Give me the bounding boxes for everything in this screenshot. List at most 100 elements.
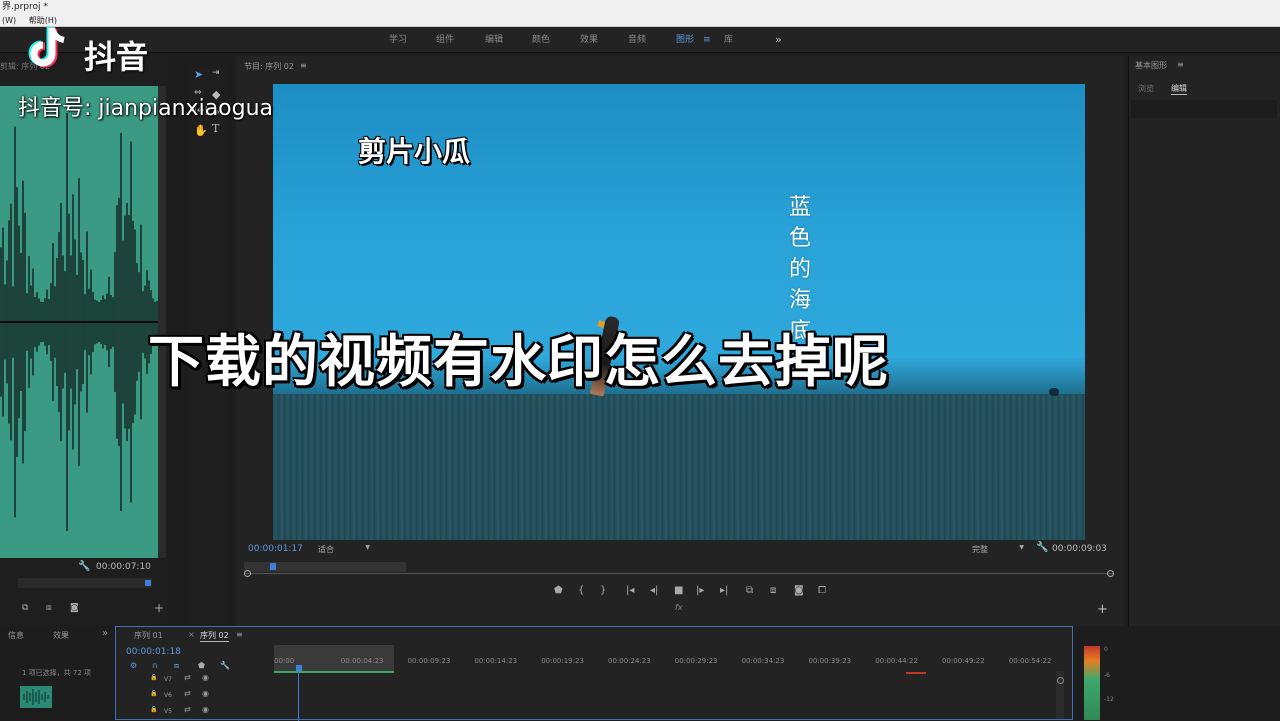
program-title[interactable]: 节目: 序列 02 xyxy=(244,61,294,72)
program-playhead[interactable] xyxy=(270,563,276,570)
sync-lock-icon[interactable]: ⇄ xyxy=(184,673,191,682)
program-timecode[interactable]: 00:00:01:17 xyxy=(248,544,303,554)
timeline-panel: 序列 01 × 序列 02 ≡ 00:00:01:18 ⚙ ∩ ⧈ ⬟ 🔧 🔒 … xyxy=(115,626,1074,721)
scrubber-track xyxy=(244,573,1114,574)
audio-meter: 0 -6 -12 xyxy=(1082,640,1122,720)
eye-icon[interactable]: ◉ xyxy=(202,673,209,682)
eye-icon[interactable]: ◉ xyxy=(202,689,209,698)
quality-value: 完整 xyxy=(972,545,988,554)
meter-label: 0 xyxy=(1104,646,1108,653)
source-playhead[interactable] xyxy=(145,580,151,586)
go-to-in-icon[interactable]: |◂ xyxy=(626,585,634,596)
lock-icon[interactable]: 🔒 xyxy=(150,674,157,681)
caption-char: 海 xyxy=(789,288,812,313)
workspace-bar: 学习 组件 编辑 颜色 效果 音频 图形 ≡ 库 » xyxy=(0,27,1280,53)
panel-overflow-icon[interactable]: » xyxy=(102,628,108,639)
scrubber-start-handle[interactable] xyxy=(244,570,251,577)
ruler-tick-label: 00:00:19:23 xyxy=(541,657,584,665)
workspace-libraries[interactable]: 库 xyxy=(724,27,733,53)
scrollbar-handle[interactable] xyxy=(1057,677,1064,684)
ruler-tick-label: 00:00:29:23 xyxy=(674,657,718,665)
camera-icon[interactable]: ◙ xyxy=(70,603,79,613)
compare-view-icon[interactable]: ⧠ xyxy=(818,585,826,596)
workspace-menu-icon[interactable]: ≡ xyxy=(703,27,711,53)
lock-icon[interactable]: 🔒 xyxy=(150,690,157,697)
ruler-tick-label: 00:00:09:23 xyxy=(407,657,451,665)
workspace-editing[interactable]: 编辑 xyxy=(485,27,503,53)
tab-effects[interactable]: 效果 xyxy=(53,630,69,641)
waveform-graphic xyxy=(0,113,158,531)
sync-lock-icon[interactable]: ⇄ xyxy=(184,689,191,698)
track-v5: 🔒 V5 ⇄ ◉ xyxy=(116,705,276,721)
wrench-icon[interactable]: 🔧 xyxy=(78,561,90,572)
workspace-overflow-icon[interactable]: » xyxy=(775,27,782,53)
quality-dropdown[interactable]: 完整 ▼ xyxy=(972,544,1028,556)
program-menu-icon[interactable]: ≡ xyxy=(300,61,307,70)
douyin-logo-icon xyxy=(22,22,74,74)
douyin-app-name: 抖音 xyxy=(84,38,149,76)
add-button-icon[interactable]: + xyxy=(1097,602,1108,617)
source-scrubber[interactable] xyxy=(18,578,152,588)
eg-tab-edit[interactable]: 编辑 xyxy=(1171,83,1187,95)
chevron-down-icon: ▼ xyxy=(1019,544,1024,551)
selection-count: 1 项已选择，共 72 项 xyxy=(22,669,92,677)
workspace-color[interactable]: 颜色 xyxy=(532,27,550,53)
insert-icon[interactable]: ⧉ xyxy=(22,603,28,613)
scrubber-end-handle[interactable] xyxy=(1107,570,1114,577)
essential-graphics-panel: 基本图形 ≡ 浏览 编辑 xyxy=(1128,56,1280,626)
workspace-audio[interactable]: 音频 xyxy=(628,27,646,53)
eg-title[interactable]: 基本图形 xyxy=(1135,60,1167,71)
ruler-tick-label: 00:00:49:22 xyxy=(942,657,985,665)
menu-bar: (W) 帮助(H) xyxy=(0,14,1280,27)
ruler-tick-label: 00:00:04:23 xyxy=(340,657,384,665)
workspace-assembly[interactable]: 组件 xyxy=(436,27,454,53)
timeline-ruler[interactable]: 00:00 00:00:04:23 00:00:09:23 00:00:14:23 00… xyxy=(116,627,1074,673)
text-tool-icon[interactable]: T xyxy=(212,122,219,135)
lock-icon[interactable]: 🔒 xyxy=(150,706,157,713)
workspace-effects[interactable]: 效果 xyxy=(580,27,598,53)
step-back-icon[interactable]: ◂| xyxy=(650,585,658,596)
program-scrubber[interactable] xyxy=(244,558,1114,580)
track-name: V5 xyxy=(164,708,172,715)
caption-char: 的 xyxy=(789,257,812,282)
ruler-tick-label: 00:00:54:22 xyxy=(1008,657,1052,665)
wrench-icon[interactable]: 🔧 xyxy=(1036,542,1048,553)
ruler-tick-label: 00:00:34:23 xyxy=(741,657,785,665)
ruler-tick-label: 00:00:24:23 xyxy=(608,657,651,665)
meter-label: -12 xyxy=(1104,696,1114,703)
source-timecode: 00:00:07:10 xyxy=(96,562,151,572)
workspace-learn[interactable]: 学习 xyxy=(389,27,407,53)
fit-dropdown[interactable]: 适合 ▼ xyxy=(318,544,374,556)
selection-tool-icon[interactable]: ➤ xyxy=(194,68,203,81)
eg-tab-browse[interactable]: 浏览 xyxy=(1138,83,1154,94)
eye-icon[interactable]: ◉ xyxy=(202,705,209,714)
hand-tool-icon[interactable]: ✋ xyxy=(194,124,208,137)
program-duration: 00:00:09:03 xyxy=(1052,544,1107,554)
extract-icon[interactable]: ⧈ xyxy=(770,585,776,596)
ruler-tick-label: 00:00:39:23 xyxy=(808,657,852,665)
douyin-logo-graphic xyxy=(28,27,65,68)
work-area-bar[interactable] xyxy=(244,562,406,572)
add-marker-icon[interactable]: ⬟ xyxy=(554,585,563,596)
fx-icon[interactable]: fx xyxy=(675,603,683,612)
lift-icon[interactable]: ⧉ xyxy=(746,585,753,596)
mark-out-icon[interactable]: } xyxy=(600,585,606,596)
caption-char: 色 xyxy=(789,226,812,251)
playhead-line xyxy=(298,671,299,721)
menu-window[interactable]: (W) xyxy=(2,16,16,25)
track-select-icon[interactable]: ⇥ xyxy=(212,68,220,78)
stop-icon[interactable]: ■ xyxy=(674,585,683,596)
mark-in-icon[interactable]: { xyxy=(578,585,584,596)
export-frame-icon[interactable]: ◙ xyxy=(794,585,804,596)
sync-lock-icon[interactable]: ⇄ xyxy=(184,705,191,714)
eg-menu-icon[interactable]: ≡ xyxy=(1177,60,1184,69)
audio-clip-thumbnail[interactable] xyxy=(20,686,52,708)
add-button-icon[interactable]: + xyxy=(154,601,164,615)
timeline-playhead[interactable] xyxy=(296,665,302,671)
tab-info[interactable]: 信息 xyxy=(8,630,24,641)
overwrite-icon[interactable]: ⧈ xyxy=(46,603,52,613)
sea-surface xyxy=(273,394,1085,540)
step-forward-icon[interactable]: |▸ xyxy=(696,585,704,596)
go-to-out-icon[interactable]: ▸| xyxy=(720,585,728,596)
workspace-graphics[interactable]: 图形 xyxy=(676,27,694,53)
